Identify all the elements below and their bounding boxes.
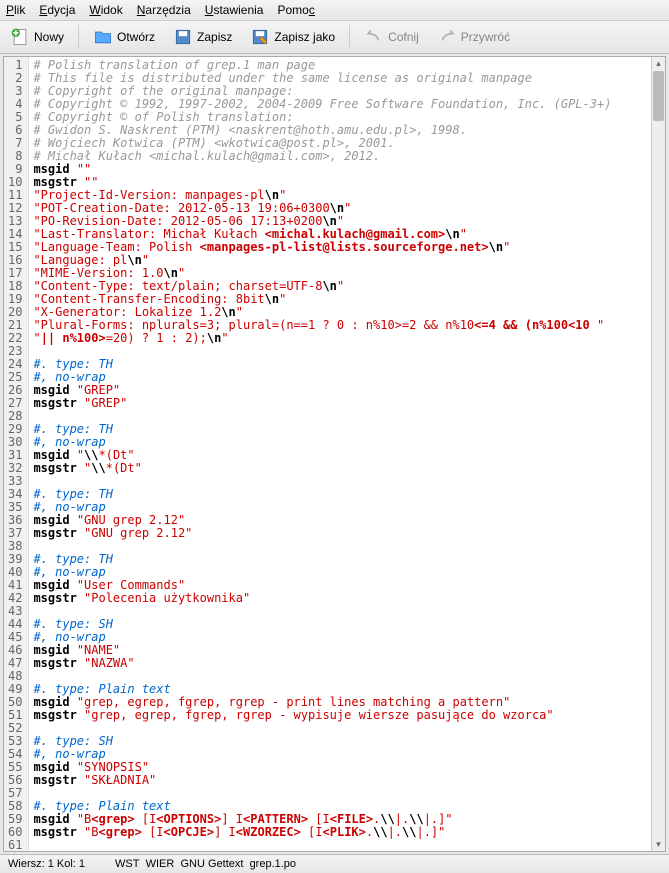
- line-gutter: 1234567891011121314151617181920212223242…: [4, 57, 29, 851]
- menu-plik[interactable]: Plik: [6, 3, 25, 17]
- saveas-label: Zapisz jako: [274, 30, 335, 44]
- menu-narzedzia[interactable]: Narzędzia: [137, 3, 191, 17]
- new-icon: [10, 27, 30, 47]
- cursor-position: Wiersz: 1 Kol: 1: [8, 858, 85, 870]
- saveas-button[interactable]: Zapisz jako: [246, 25, 339, 49]
- save-button[interactable]: Zapisz: [169, 25, 236, 49]
- menubar: Plik Edycja Widok Narzędzia Ustawienia P…: [0, 0, 669, 21]
- scroll-down-icon[interactable]: ▾: [652, 838, 665, 851]
- open-button[interactable]: Otwórz: [89, 25, 159, 49]
- undo-icon: [364, 27, 384, 47]
- new-label: Nowy: [34, 30, 64, 44]
- toolbar: Nowy Otwórz Zapisz Zapisz jako Cofnij Pr…: [0, 21, 669, 54]
- redo-icon: [437, 27, 457, 47]
- editor: 1234567891011121314151617181920212223242…: [3, 56, 666, 852]
- statusbar: Wiersz: 1 Kol: 1 WST WIER GNU Gettext gr…: [0, 854, 669, 873]
- menu-widok[interactable]: Widok: [89, 3, 122, 17]
- menu-edycja[interactable]: Edycja: [39, 3, 75, 17]
- save-label: Zapisz: [197, 30, 232, 44]
- new-button[interactable]: Nowy: [6, 25, 68, 49]
- redo-button[interactable]: Przywróć: [433, 25, 514, 49]
- scroll-up-icon[interactable]: ▴: [652, 57, 665, 70]
- separator: [78, 25, 79, 49]
- redo-label: Przywróć: [461, 30, 510, 44]
- scrollbar[interactable]: ▴ ▾: [651, 57, 665, 851]
- open-icon: [93, 27, 113, 47]
- saveas-icon: [250, 27, 270, 47]
- code-area[interactable]: # Polish translation of grep.1 man page#…: [29, 57, 651, 851]
- status-modes: WST WIER GNU Gettext grep.1.po: [115, 858, 296, 870]
- menu-ustawienia[interactable]: Ustawienia: [205, 3, 264, 17]
- save-icon: [173, 27, 193, 47]
- undo-label: Cofnij: [388, 30, 419, 44]
- undo-button[interactable]: Cofnij: [360, 25, 423, 49]
- menu-pomoc[interactable]: Pomoc: [277, 3, 314, 17]
- scroll-thumb[interactable]: [653, 71, 664, 121]
- separator: [349, 25, 350, 49]
- open-label: Otwórz: [117, 30, 155, 44]
